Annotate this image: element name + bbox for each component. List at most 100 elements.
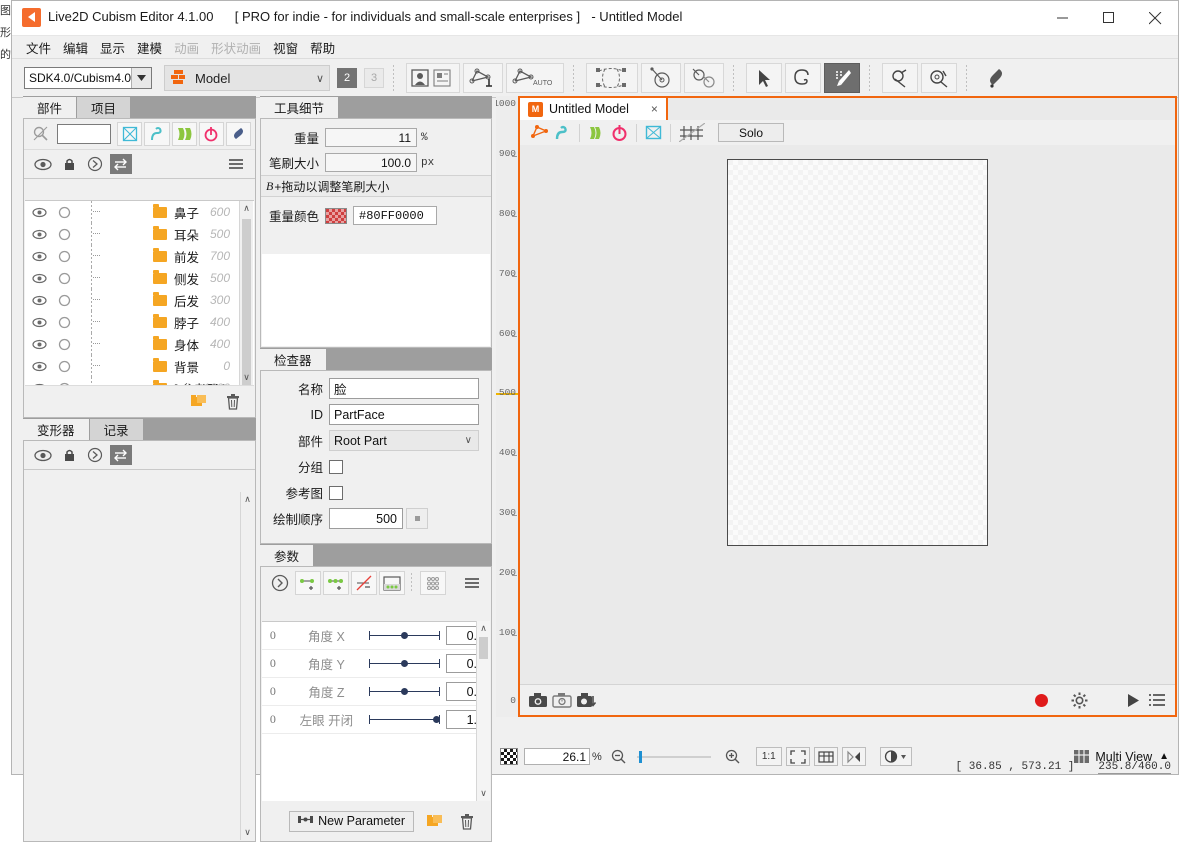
draw-order-input[interactable]: 500: [329, 508, 403, 529]
show-deformer-icon[interactable]: [551, 122, 574, 143]
part-dropdown[interactable]: Root Part ∨: [329, 430, 479, 451]
parameter-list-view-icon[interactable]: [420, 571, 446, 595]
menu-item-modeling[interactable]: 建模: [131, 36, 168, 59]
brush-tool-button[interactable]: [824, 63, 860, 93]
parameter-row[interactable]: 0 角度 Z 0.0: [262, 678, 490, 706]
visibility-eye-icon[interactable]: [30, 449, 56, 462]
delete-icon[interactable]: [220, 389, 246, 413]
mesh-auto-generate-button[interactable]: AUTO: [506, 63, 564, 93]
workspace-button-2[interactable]: 2: [337, 68, 357, 88]
weight-input[interactable]: 11: [325, 128, 417, 147]
filter-mesh-icon[interactable]: [117, 122, 142, 146]
add-glue-button[interactable]: [684, 63, 724, 93]
parts-menu-icon[interactable]: [223, 157, 249, 171]
select-arrow-tool-button[interactable]: [746, 63, 782, 93]
new-folder-icon[interactable]: [422, 809, 448, 833]
sdk-version-dropdown[interactable]: SDK4.0/Cubism4.0: [24, 67, 152, 89]
tab-inspector[interactable]: 检查器: [260, 349, 326, 370]
mesh-manual-edit-button[interactable]: [463, 63, 503, 93]
row-lock-toggle[interactable]: [53, 360, 75, 373]
show-rotation-icon[interactable]: [608, 122, 631, 143]
list-item[interactable]: [ 参考图 ] 1000: [25, 377, 254, 385]
tab-history[interactable]: 记录: [90, 419, 143, 440]
list-item[interactable]: 前发 700: [25, 245, 254, 267]
parameters-list[interactable]: 0 角度 X 0.0 0 角度 Y: [262, 621, 490, 801]
list-item[interactable]: 背景 0: [25, 355, 254, 377]
remove-key-icon[interactable]: [351, 571, 377, 595]
id-input[interactable]: PartFace: [329, 404, 479, 425]
model-texture-button[interactable]: [406, 63, 460, 93]
keyframe-icon[interactable]: 0: [262, 712, 284, 727]
row-lock-toggle[interactable]: [53, 250, 75, 263]
minimize-button[interactable]: [1040, 1, 1086, 35]
parameter-slider[interactable]: [369, 715, 440, 725]
row-lock-toggle[interactable]: [53, 338, 75, 351]
weight-color-input[interactable]: #80FF0000: [353, 206, 437, 225]
brush-size-input[interactable]: 100.0: [325, 153, 417, 172]
row-visibility-eye-icon[interactable]: [25, 317, 53, 328]
lasso-select-tool-button[interactable]: [785, 63, 821, 93]
draw-order-stepper[interactable]: [406, 508, 428, 529]
mode-selector[interactable]: Model ∨: [164, 65, 330, 91]
row-visibility-eye-icon[interactable]: [25, 229, 53, 240]
show-warp-icon[interactable]: [585, 122, 608, 143]
scroll-down-arrow-icon[interactable]: ∨: [241, 825, 254, 840]
document-tab[interactable]: M Untitled Model ×: [518, 96, 668, 120]
list-item[interactable]: 耳朵 500: [25, 223, 254, 245]
expand-arrow-icon[interactable]: [267, 571, 293, 595]
timed-snapshot-icon[interactable]: [550, 690, 574, 711]
parameter-slider[interactable]: [369, 687, 440, 697]
parameter-slider[interactable]: [369, 659, 440, 669]
parameters-menu-icon[interactable]: [459, 571, 485, 595]
snapshot-icon[interactable]: [526, 690, 550, 711]
list-item[interactable]: 身体 400: [25, 333, 254, 355]
workspace-button-3[interactable]: 3: [364, 68, 384, 88]
row-lock-toggle[interactable]: [53, 228, 75, 241]
expand-arrow-icon[interactable]: [82, 156, 108, 172]
row-visibility-eye-icon[interactable]: [25, 273, 53, 284]
tab-project[interactable]: 项目: [77, 97, 130, 118]
rotate-deform-tool-button[interactable]: [921, 63, 957, 93]
record-button[interactable]: [1029, 690, 1053, 711]
swap-arrows-icon[interactable]: [110, 154, 132, 174]
scroll-up-arrow-icon[interactable]: ∧: [241, 492, 254, 507]
gear-icon[interactable]: [1067, 690, 1091, 711]
playlist-icon[interactable]: [1145, 690, 1169, 711]
close-icon[interactable]: ×: [651, 102, 658, 116]
lock-icon[interactable]: [56, 448, 82, 463]
tab-tool-detail[interactable]: 工具细节: [260, 97, 338, 118]
new-parameter-button[interactable]: New Parameter: [289, 811, 414, 832]
row-visibility-eye-icon[interactable]: [25, 295, 53, 306]
close-button[interactable]: [1132, 1, 1178, 35]
menu-item-display[interactable]: 显示: [94, 36, 131, 59]
row-visibility-eye-icon[interactable]: [25, 361, 53, 372]
row-lock-toggle[interactable]: [53, 316, 75, 329]
menu-item-edit[interactable]: 编辑: [57, 36, 94, 59]
reference-checkbox[interactable]: [329, 486, 343, 500]
tab-deformer[interactable]: 变形器: [23, 419, 89, 440]
row-lock-toggle[interactable]: [53, 272, 75, 285]
parameters-scrollbar[interactable]: ∧ ∨: [476, 621, 490, 801]
pen-tool-button[interactable]: [979, 63, 1011, 93]
filter-deformer-icon[interactable]: [144, 122, 169, 146]
artboard[interactable]: [727, 159, 988, 546]
filter-warp-icon[interactable]: [172, 122, 197, 146]
parameter-row[interactable]: 0 角度 X 0.0: [262, 622, 490, 650]
row-visibility-eye-icon[interactable]: [25, 339, 53, 350]
show-bounds-icon[interactable]: [642, 122, 665, 143]
parameter-slider[interactable]: [369, 631, 440, 641]
filter-rotation-icon[interactable]: [199, 122, 224, 146]
menu-item-window[interactable]: 视窗: [267, 36, 304, 59]
model-viewport[interactable]: [520, 145, 1175, 685]
visibility-eye-icon[interactable]: [30, 158, 56, 171]
scroll-up-arrow-icon[interactable]: ∧: [477, 621, 490, 636]
scroll-down-arrow-icon[interactable]: ∨: [477, 786, 490, 801]
add-two-point-key-icon[interactable]: [295, 571, 321, 595]
parts-list[interactable]: 鼻子 600 耳朵 500: [25, 200, 254, 385]
show-grid-icon[interactable]: [676, 122, 708, 143]
menu-item-file[interactable]: 文件: [20, 36, 57, 59]
list-item[interactable]: 脖子 400: [25, 311, 254, 333]
name-input[interactable]: 脸: [329, 378, 479, 399]
deformer-list[interactable]: ∧ ∨: [25, 492, 254, 840]
keyframe-icon[interactable]: 0: [262, 656, 284, 671]
